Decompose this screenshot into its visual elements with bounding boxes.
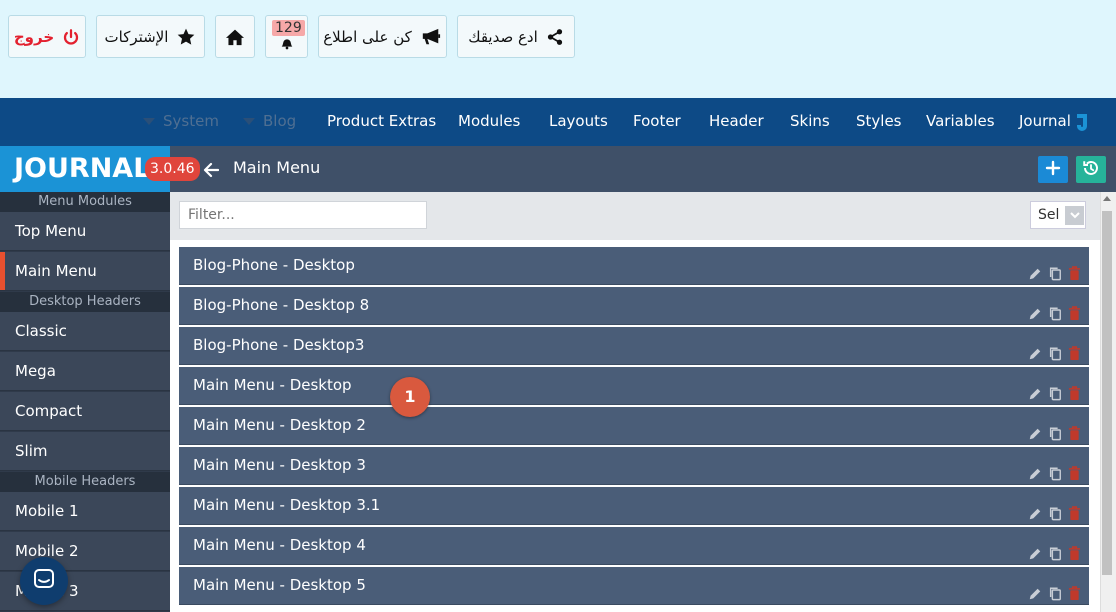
- list-item-label: Blog-Phone - Desktop3: [193, 336, 365, 354]
- top-bar: خروج الإشتركات 129 كن على اطلاع ادع صديق…: [0, 0, 1116, 98]
- nav-item-variables[interactable]: Variables: [926, 98, 995, 146]
- subscriptions-button[interactable]: الإشتركات: [96, 15, 205, 58]
- list-item[interactable]: Main Menu - Desktop 3: [179, 447, 1089, 485]
- logo-text: JOURNAL: [14, 153, 151, 184]
- nav-item-layouts[interactable]: Layouts: [549, 98, 608, 146]
- add-button[interactable]: [1038, 156, 1068, 183]
- scroll-up-icon[interactable]: [1103, 196, 1111, 201]
- plus-icon: [1045, 160, 1061, 180]
- home-icon: [225, 28, 245, 46]
- list-item[interactable]: Main Menu - Desktop: [179, 367, 1089, 405]
- history-button[interactable]: [1076, 156, 1106, 183]
- sidebar-item-mega[interactable]: Mega: [0, 352, 170, 391]
- list-item-label: Main Menu - Desktop 3.1: [193, 496, 381, 514]
- list-item-label: Blog-Phone - Desktop 8: [193, 296, 370, 314]
- list-item[interactable]: Main Menu - Desktop 4: [179, 527, 1089, 565]
- stay-informed-label: كن على اطلاع: [323, 27, 412, 46]
- trash-icon[interactable]: [1068, 578, 1081, 612]
- sidebar-item-main-menu[interactable]: Main Menu: [0, 252, 170, 291]
- sidebar-item-top-menu[interactable]: Top Menu: [0, 212, 170, 251]
- nav-item-footer[interactable]: Footer: [633, 98, 681, 146]
- sidebar-section-header: Mobile Headers: [0, 472, 170, 492]
- sidebar-item-classic[interactable]: Classic: [0, 312, 170, 351]
- nav-item-journal[interactable]: Journal: [1019, 98, 1071, 146]
- nav-item-blog[interactable]: Blog: [243, 98, 296, 146]
- stay-informed-button[interactable]: كن على اطلاع: [318, 15, 447, 58]
- list-item-label: Main Menu - Desktop 3: [193, 456, 366, 474]
- list-item-label: Blog-Phone - Desktop: [193, 256, 355, 274]
- nav-item-styles[interactable]: Styles: [856, 98, 902, 146]
- power-icon: [62, 28, 80, 46]
- star-icon: [176, 27, 196, 47]
- chevron-down-icon: [1065, 205, 1085, 225]
- list-item-label: Main Menu - Desktop: [193, 376, 352, 394]
- filter-input[interactable]: [179, 201, 427, 229]
- nav-item-system[interactable]: System: [143, 98, 219, 146]
- chat-icon: [32, 567, 56, 595]
- sidebar-item-mobile-1[interactable]: Mobile 1: [0, 492, 170, 531]
- invite-friend-label: ادع صديقك: [468, 27, 538, 46]
- nav-item-product-extras[interactable]: Product Extras: [327, 98, 436, 146]
- notifications-button[interactable]: 129: [265, 15, 308, 58]
- row-actions: [1028, 578, 1081, 612]
- list-item[interactable]: Blog-Phone - Desktop: [179, 247, 1089, 285]
- logout-label: خروج: [13, 27, 55, 46]
- journal-j-icon: [1075, 112, 1089, 136]
- arrow-left-icon[interactable]: [203, 162, 220, 182]
- list-item[interactable]: Main Menu - Desktop 5: [179, 567, 1089, 605]
- main-nav: System Blog Product Extras Modules Layou…: [0, 98, 1116, 146]
- subscriptions-label: الإشتركات: [104, 27, 169, 46]
- caret-down-icon: [243, 118, 255, 125]
- chat-launcher-button[interactable]: [20, 557, 68, 605]
- megaphone-icon: [420, 27, 442, 47]
- page-title: Main Menu: [233, 158, 321, 177]
- nav-item-skins[interactable]: Skins: [790, 98, 830, 146]
- scrollbar-thumb[interactable]: [1102, 211, 1112, 575]
- list-item[interactable]: Blog-Phone - Desktop3: [179, 327, 1089, 365]
- list-item-label: Main Menu - Desktop 5: [193, 576, 366, 594]
- select-dropdown[interactable]: Sel: [1030, 201, 1086, 229]
- pencil-icon[interactable]: [1028, 578, 1042, 612]
- version-badge: 3.0.46: [145, 157, 200, 181]
- select-value: Sel: [1038, 207, 1060, 223]
- sidebar-item-compact[interactable]: Compact: [0, 392, 170, 431]
- list-item-label: Main Menu - Desktop 4: [193, 536, 366, 554]
- notifications-count: 129: [272, 20, 305, 36]
- home-button[interactable]: [215, 15, 255, 58]
- caret-down-icon: [143, 118, 155, 125]
- annotation-marker: 1: [390, 377, 430, 417]
- list-item-label: Main Menu - Desktop 2: [193, 416, 366, 434]
- invite-friend-button[interactable]: ادع صديقك: [457, 15, 575, 58]
- bell-icon: [279, 38, 295, 50]
- history-icon: [1082, 159, 1100, 181]
- sidebar-section-header: Menu Modules: [0, 192, 170, 212]
- list-item[interactable]: Main Menu - Desktop 3.1: [179, 487, 1089, 525]
- share-icon: [546, 28, 564, 46]
- logout-button[interactable]: خروج: [8, 15, 86, 58]
- copy-icon[interactable]: [1048, 578, 1062, 612]
- sidebar-item-slim[interactable]: Slim: [0, 432, 170, 471]
- list-item[interactable]: Blog-Phone - Desktop 8: [179, 287, 1089, 325]
- nav-item-header[interactable]: Header: [709, 98, 764, 146]
- nav-item-modules[interactable]: Modules: [458, 98, 520, 146]
- nav-item-label: System: [163, 112, 219, 130]
- list-item[interactable]: Main Menu - Desktop 2: [179, 407, 1089, 445]
- sidebar-section-header: Desktop Headers: [0, 292, 170, 312]
- nav-item-label: Blog: [263, 112, 297, 130]
